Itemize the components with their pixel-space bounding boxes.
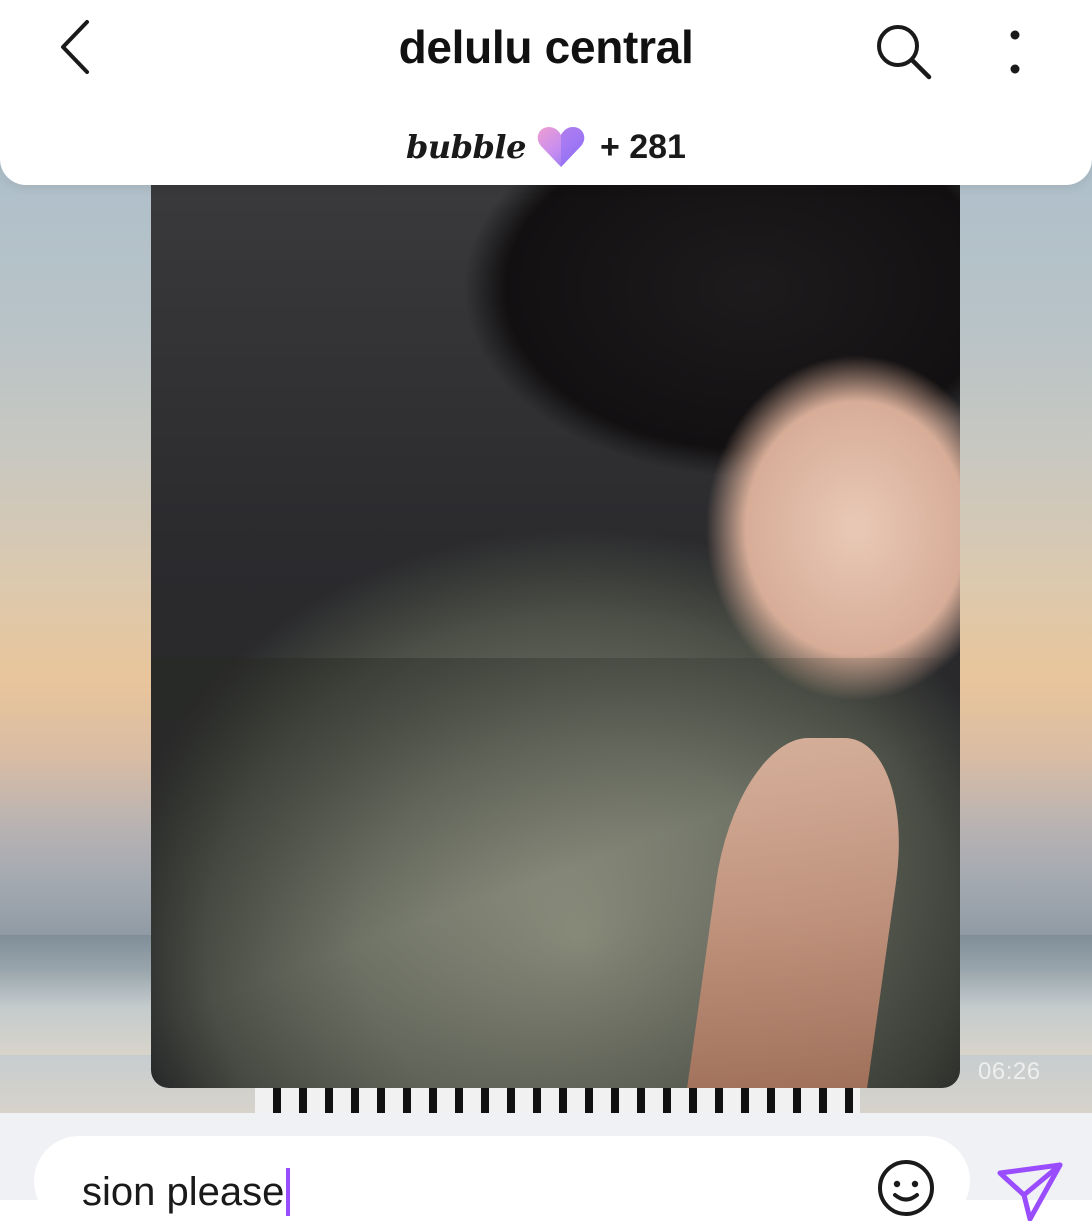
emoji-icon <box>878 1160 934 1216</box>
next-photo-preview[interactable] <box>255 1088 860 1114</box>
bubble-member-row: bubble + 281 <box>0 120 1092 174</box>
bubble-heart-icon <box>537 127 585 167</box>
more-vertical-icon <box>1010 30 1020 74</box>
search-button[interactable] <box>868 16 938 86</box>
bubble-brand-text: bubble <box>406 128 526 166</box>
message-photo[interactable] <box>151 178 960 1088</box>
message-composer: sion please <box>0 1113 1092 1226</box>
more-options-button[interactable] <box>990 16 1040 86</box>
message-input-field[interactable]: sion please <box>34 1136 970 1226</box>
message-input-value[interactable]: sion please <box>82 1168 291 1216</box>
member-count: + 281 <box>599 127 686 166</box>
chat-header: delulu central bubble + 281 <box>0 0 1092 185</box>
emoji-button[interactable] <box>876 1158 936 1218</box>
search-icon <box>877 25 932 80</box>
message-timestamp: 06:26 <box>978 1058 1041 1085</box>
send-button[interactable] <box>994 1161 1066 1222</box>
send-icon <box>997 1162 1063 1222</box>
